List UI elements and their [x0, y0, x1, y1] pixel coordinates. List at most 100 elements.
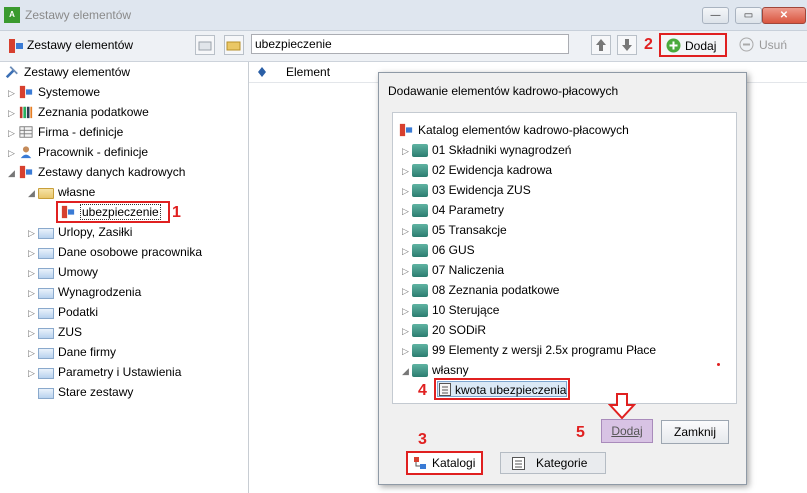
tree-item-dane-firmy[interactable]: ▷ Dane firmy [28, 342, 116, 362]
folder-icon [38, 308, 54, 319]
remove-button[interactable]: Usuń [734, 35, 798, 55]
collapse-arrow-icon[interactable]: ◢ [8, 163, 18, 183]
expand-arrow-icon[interactable]: ▷ [402, 201, 412, 221]
expand-arrow-icon[interactable]: ▷ [402, 341, 412, 361]
catalog-item[interactable]: ▷ 01 Składniki wynagrodzeń [402, 140, 571, 160]
tree-item-parametry[interactable]: ▷ Parametry i Ustawienia [28, 362, 181, 382]
tree-label: Firma - definicje [38, 125, 124, 139]
annotation-3: 3 [418, 431, 427, 448]
dialog-title: Dodawanie elementów kadrowo-płacowych [388, 84, 619, 98]
tree-item-wynagrodzenia[interactable]: ▷ Wynagrodzenia [28, 282, 141, 302]
maximize-button[interactable]: ▭ [735, 7, 762, 24]
move-down-button[interactable] [617, 35, 637, 55]
catalog-item[interactable]: ▷ 03 Ewidencja ZUS [402, 180, 531, 200]
catalog-item[interactable]: ▷ 08 Zeznania podatkowe [402, 280, 559, 300]
tree-item-podatki[interactable]: ▷ Podatki [28, 302, 98, 322]
expand-arrow-icon[interactable]: ▷ [402, 281, 412, 301]
expand-arrow-icon[interactable]: ▷ [28, 243, 38, 263]
tree-label: ZUS [58, 325, 82, 339]
annotation-4: 4 [418, 382, 427, 399]
expand-arrow-icon[interactable]: ▷ [28, 323, 38, 343]
tree-item-dane-osobowe[interactable]: ▷ Dane osobowe pracownika [28, 242, 202, 262]
tree-label: 07 Naliczenia [432, 263, 505, 277]
tree-label: 10 Sterujące [432, 303, 500, 317]
dialog-add-button[interactable]: Dodaj [601, 419, 653, 443]
minus-circle-icon [739, 37, 754, 52]
tab-katalogi[interactable]: Katalogi [406, 451, 483, 475]
tree-label: Urlopy, Zasiłki [58, 225, 133, 239]
expand-arrow-icon[interactable]: ▷ [28, 343, 38, 363]
tree-item-firma[interactable]: ▷ Firma - definicje [8, 122, 123, 142]
tab-label: Katalogi [432, 456, 476, 470]
tree-item-zestawy-danych[interactable]: ◢ Zestawy danych kadrowych [8, 162, 185, 182]
tree-item-stare-zestawy[interactable]: Stare zestawy [28, 382, 133, 402]
tree-label: własne [58, 185, 96, 199]
tree-label: Parametry i Ustawienia [58, 365, 182, 379]
catalog-item[interactable]: ▷ 05 Transakcje [402, 220, 507, 240]
expand-arrow-icon[interactable]: ▷ [402, 181, 412, 201]
catalog-root[interactable]: Katalog elementów kadrowo-płacowych [398, 120, 629, 140]
expand-arrow-icon[interactable]: ▷ [28, 263, 38, 283]
elements-icon [61, 205, 75, 219]
close-button[interactable]: ✕ [762, 7, 806, 24]
expand-arrow-icon[interactable]: ▷ [28, 363, 38, 383]
minimize-button[interactable]: — [702, 7, 729, 24]
catalog-item[interactable]: ▷ 99 Elementy z wersji 2.5x programu Płac… [402, 340, 656, 360]
tree-item-urlopy[interactable]: ▷ Urlopy, Zasiłki [28, 222, 132, 242]
tree-label: Zeznania podatkowe [38, 105, 149, 119]
catalog-item[interactable]: ▷ 04 Parametry [402, 200, 504, 220]
catalog-item[interactable]: ▷ 06 GUS [402, 240, 475, 260]
expand-arrow-icon[interactable]: ▷ [402, 301, 412, 321]
tree-item-pracownik[interactable]: ▷ Pracownik - definicje [8, 142, 148, 162]
tree-item-wlasne[interactable]: ◢ własne [28, 182, 95, 202]
expand-arrow-icon[interactable]: ▷ [8, 143, 18, 163]
expand-arrow-icon[interactable]: ▷ [402, 141, 412, 161]
collapse-arrow-icon[interactable]: ◢ [28, 183, 38, 203]
catalog-item[interactable]: ▷ 10 Sterujące [402, 300, 499, 320]
new-folder-button[interactable] [195, 35, 215, 55]
expand-arrow-icon[interactable]: ▷ [402, 241, 412, 261]
tree-label: Wynagrodzenia [58, 285, 142, 299]
tree-label: 02 Ewidencja kadrowa [432, 163, 553, 177]
book-icon [412, 304, 428, 317]
add-button[interactable]: Dodaj [659, 33, 727, 57]
catalog-item[interactable]: ▷ 20 SODiR [402, 320, 486, 340]
search-input[interactable] [251, 34, 569, 54]
tree-item-root[interactable]: Zestawy elementów [4, 62, 130, 82]
plus-circle-icon [666, 38, 681, 53]
toolbar-title: Zestawy elementów [27, 38, 134, 52]
expand-arrow-icon[interactable]: ▷ [8, 123, 18, 143]
move-up-button[interactable] [591, 35, 611, 55]
catalog-item[interactable]: ▷ 02 Ewidencja kadrowa [402, 160, 552, 180]
tab-kategorie[interactable]: Kategorie [500, 452, 606, 474]
expand-arrow-icon[interactable]: ▷ [402, 261, 412, 281]
open-folder-button[interactable] [224, 35, 244, 55]
expand-arrow-icon[interactable]: ▷ [8, 103, 18, 123]
expand-arrow-icon[interactable]: ▷ [28, 303, 38, 323]
expand-arrow-icon[interactable]: ▷ [402, 221, 412, 241]
sort-diamond-icon[interactable] [257, 66, 267, 81]
catalog-item-wlasny[interactable]: ◢ własny [402, 360, 469, 380]
expand-arrow-icon[interactable]: ▷ [402, 161, 412, 181]
expand-arrow-icon[interactable]: ▷ [28, 223, 38, 243]
table-icon [19, 126, 33, 138]
red-dot-marker [717, 363, 720, 366]
collapse-arrow-icon[interactable]: ◢ [402, 361, 412, 381]
tree-label: Katalog elementów kadrowo-płacowych [418, 123, 629, 137]
tree-label: 06 GUS [432, 243, 475, 257]
tree-item-zeznania[interactable]: ▷ Zeznania podatkowe [8, 102, 149, 122]
expand-arrow-icon[interactable]: ▷ [28, 283, 38, 303]
tree-label: ubezpieczenie [80, 204, 161, 220]
column-header-element[interactable]: Element [286, 65, 330, 79]
tree-item-systemowe[interactable]: ▷ Systemowe [8, 82, 100, 102]
tree-label: 05 Transakcje [432, 223, 507, 237]
tree-item-zus[interactable]: ▷ ZUS [28, 322, 82, 342]
catalog-item[interactable]: ▷ 07 Naliczenia [402, 260, 504, 280]
expand-arrow-icon[interactable]: ▷ [402, 321, 412, 341]
tree-item-ubezpieczenie[interactable]: ubezpieczenie [60, 202, 161, 222]
book-icon [412, 324, 428, 337]
tree-label: 99 Elementy z wersji 2.5x programu Płace [432, 343, 657, 357]
dialog-close-button[interactable]: Zamknij [661, 420, 729, 444]
tree-item-umowy[interactable]: ▷ Umowy [28, 262, 98, 282]
expand-arrow-icon[interactable]: ▷ [8, 83, 18, 103]
